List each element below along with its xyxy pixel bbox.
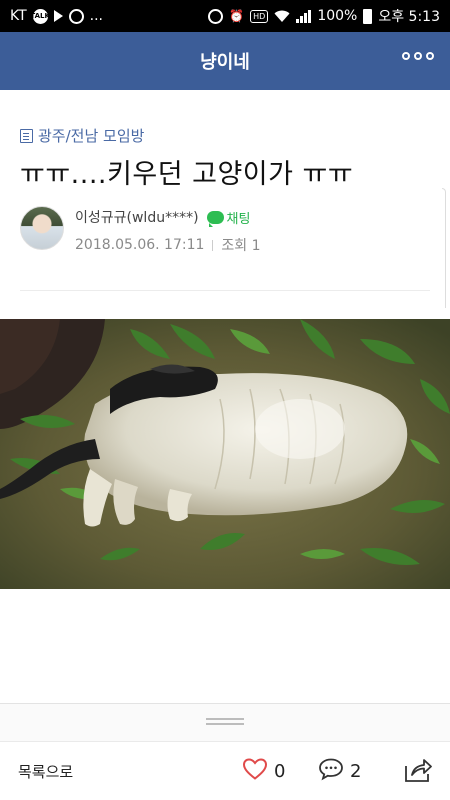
comment-count: 2 xyxy=(350,761,362,782)
signal-icon xyxy=(296,9,312,23)
wifi-icon xyxy=(274,10,290,23)
drag-handle-icon xyxy=(206,718,244,725)
chat-label: 채팅 xyxy=(226,211,251,227)
like-count: 0 xyxy=(274,761,286,782)
post-meta: 2018.05.06. 17:11 조회 1 xyxy=(75,235,261,255)
cat-photo xyxy=(0,319,450,589)
more-horizontal-icon xyxy=(426,52,434,60)
bottom-action-bar: 목록으로 0 2 xyxy=(0,741,450,800)
more-horizontal-icon xyxy=(402,52,410,60)
cafe-title[interactable]: 냥이네 xyxy=(200,48,250,74)
play-store-icon xyxy=(53,10,63,22)
content-divider xyxy=(20,290,430,291)
comment-button[interactable]: 2 xyxy=(318,757,361,786)
clock: 오후 5:13 xyxy=(378,9,440,25)
carrier-label: KT xyxy=(10,8,27,24)
sync-icon xyxy=(68,8,84,24)
more-menu-button[interactable] xyxy=(402,52,434,60)
author-row: 이성규규(wldu****) 채팅 2018.05.06. 17:11 조회 1 xyxy=(20,206,261,255)
bottom-drawer-handle[interactable] xyxy=(0,703,450,741)
meta-divider xyxy=(212,239,214,251)
author-info: 이성규규(wldu****) 채팅 2018.05.06. 17:11 조회 1 xyxy=(75,206,261,255)
post-date: 2018.05.06. 17:11 xyxy=(75,237,205,253)
like-button[interactable]: 0 xyxy=(242,757,285,786)
share-icon xyxy=(405,759,432,782)
app-header: 냥이네 xyxy=(0,32,450,90)
author-top: 이성규규(wldu****) 채팅 xyxy=(75,207,261,227)
more-notifications-label: ... xyxy=(89,8,104,24)
share-button[interactable] xyxy=(403,756,433,788)
post-image[interactable] xyxy=(0,319,450,589)
battery-icon xyxy=(363,8,373,24)
avatar[interactable] xyxy=(20,206,64,250)
battery-percent: 100% xyxy=(317,8,358,24)
comment-bubble-icon xyxy=(318,757,344,786)
status-bar: KT TALK ... ⏰ HD 100% 오후 5:13 xyxy=(0,0,450,32)
chat-button[interactable]: 채팅 xyxy=(206,208,251,227)
view-count: 조회 1 xyxy=(221,238,261,254)
board-name: 광주/전남 모임방 xyxy=(38,127,145,145)
data-saver-icon xyxy=(208,8,224,24)
more-horizontal-icon xyxy=(414,52,422,60)
status-left: KT TALK ... xyxy=(10,8,103,24)
heart-icon xyxy=(242,757,268,786)
status-right: ⏰ HD 100% 오후 5:13 xyxy=(208,6,440,26)
post-title: ㅠㅠ....키우던 고양이가 ㅠㅠ xyxy=(20,159,354,190)
board-link[interactable]: 광주/전남 모임방 xyxy=(20,125,144,146)
board-list-icon xyxy=(20,128,33,143)
chat-bubble-icon xyxy=(206,210,224,227)
back-to-list-button[interactable]: 목록으로 xyxy=(18,761,73,782)
scroll-indicator xyxy=(442,188,446,308)
author-name[interactable]: 이성규규(wldu****) xyxy=(75,207,199,227)
kakaotalk-icon: TALK xyxy=(30,8,50,24)
hd-voice-icon: HD xyxy=(250,9,269,23)
alarm-icon: ⏰ xyxy=(229,9,245,23)
